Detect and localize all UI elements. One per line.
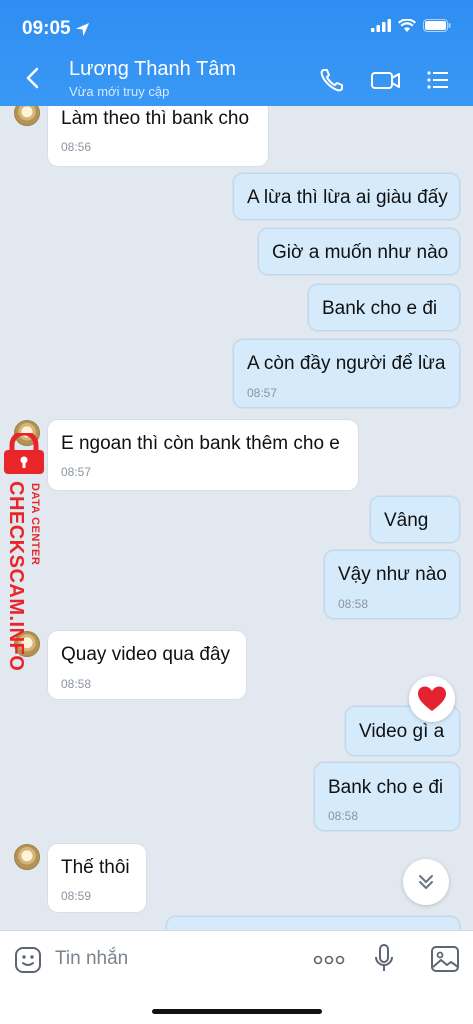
message-time: 08:57 [61, 465, 92, 479]
padlock-icon [4, 433, 44, 474]
contact-status: Vừa mới truy cập [69, 84, 170, 99]
message-time: 08:58 [328, 809, 359, 823]
status-icons [371, 19, 451, 32]
message-bubble-incoming[interactable]: Quay video qua đây 08:58 [48, 631, 246, 699]
message-text: E ngoan thì còn bank thêm cho e [61, 433, 340, 454]
message-bubble-outgoing[interactable]: Vâng [370, 496, 460, 543]
avatar[interactable] [14, 844, 40, 870]
battery-icon [423, 19, 451, 32]
message-text: Vậy như nào [338, 564, 447, 585]
message-text: Quay video qua đây [61, 644, 231, 665]
back-arrow-icon[interactable] [22, 64, 44, 92]
message-time: 08:56 [61, 140, 92, 154]
message-text: Làm theo thì bank cho [61, 108, 250, 129]
message-bubble-outgoing[interactable]: A còn đầy người để lừa 08:57 [233, 339, 460, 408]
message-bubble-incoming[interactable]: E ngoan thì còn bank thêm cho e 08:57 [48, 420, 358, 490]
message-text: Vâng [384, 510, 429, 531]
menu-list-icon[interactable] [424, 66, 452, 94]
watermark-subtitle: DATA CENTER [29, 483, 41, 566]
message-bubble-incoming[interactable]: Thế thôi 08:59 [48, 844, 146, 912]
message-input[interactable]: Tin nhắn [55, 948, 128, 970]
clock-text: 09:05 [22, 18, 71, 39]
message-bubble-outgoing[interactable]: Vậy như nào 08:58 [324, 550, 460, 619]
message-bubble-outgoing[interactable]: Bank cho e đi [308, 284, 460, 331]
message-list[interactable]: Làm theo thì bank cho 08:56 A lừa thì lừ… [0, 106, 473, 930]
message-text: Bank cho e đi [322, 298, 438, 319]
message-text: Bank cho e đi [328, 777, 444, 798]
double-chevron-down-icon [419, 875, 433, 889]
message-text: A còn đầy người để lừa [247, 353, 446, 374]
watermark-brand: CHECKSCAM.INFO [5, 481, 27, 672]
microphone-icon[interactable] [373, 943, 395, 975]
scroll-to-bottom-button[interactable] [403, 859, 449, 905]
message-text: Giờ a muốn như nào [272, 242, 449, 263]
home-indicator [152, 1009, 322, 1014]
image-gallery-icon[interactable] [430, 945, 460, 973]
video-call-icon[interactable] [370, 66, 402, 94]
phone-call-icon[interactable] [318, 66, 346, 94]
message-bubble-outgoing[interactable]: Bank cho e đi 08:58 [314, 762, 460, 831]
message-time: 08:58 [61, 677, 92, 691]
avatar[interactable] [14, 106, 40, 126]
reaction-button[interactable] [409, 676, 455, 722]
watermark: CHECKSCAM.INFO DATA CENTER [0, 433, 48, 671]
message-bubble-incoming[interactable]: Làm theo thì bank cho 08:56 [48, 106, 268, 166]
signal-icon [371, 19, 391, 32]
message-text: Video gì a [359, 721, 445, 742]
chat-header: 09:05 Lương Thanh Tâm Vừa mới truy cập [0, 0, 473, 106]
message-bubble-outgoing[interactable]: A lừa thì lừa ai giàu đấy [233, 173, 460, 220]
heart-icon [418, 686, 446, 711]
contact-name[interactable]: Lương Thanh Tâm [69, 58, 236, 81]
message-time: 08:58 [338, 597, 369, 611]
sticker-icon[interactable] [14, 946, 42, 974]
wifi-icon [398, 19, 416, 32]
location-arrow-icon [75, 22, 89, 36]
more-options-icon[interactable] [313, 955, 345, 965]
status-time: 09:05 [22, 18, 90, 40]
message-time: 08:59 [61, 889, 92, 903]
message-text: A lừa thì lừa ai giàu đấy [247, 187, 448, 208]
message-bubble-outgoing-partial[interactable] [166, 916, 460, 930]
message-time: 08:57 [247, 386, 278, 400]
message-text: Thế thôi [61, 857, 130, 878]
message-bubble-outgoing[interactable]: Giờ a muốn như nào [258, 228, 460, 275]
